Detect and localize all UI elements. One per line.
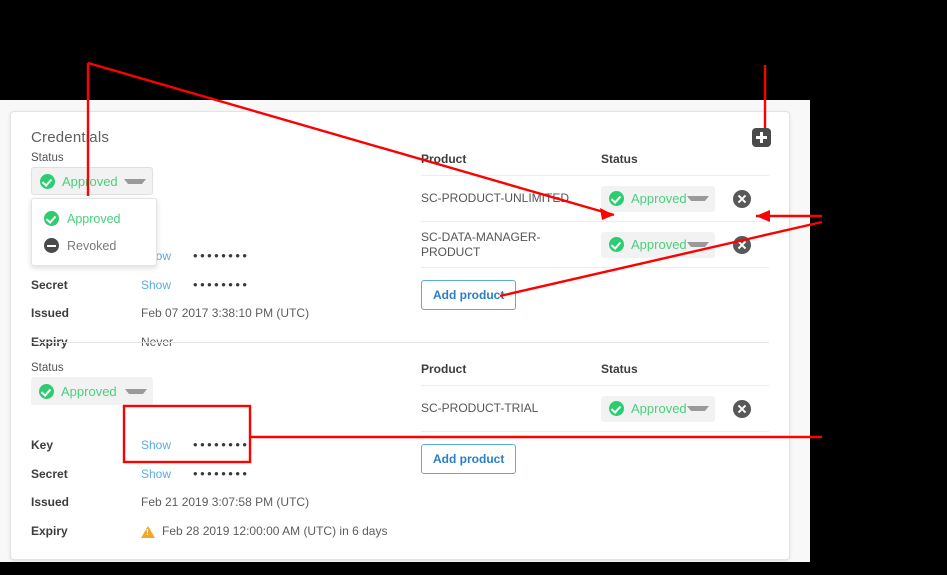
product-table: Product Status SC-PRODUCT-TRIAL Approved… [421, 362, 769, 474]
status-label: Status [31, 152, 64, 164]
credential-status-select[interactable]: Approved [31, 377, 153, 405]
issued-row: Issued Feb 21 2019 3:07:58 PM (UTC) [31, 495, 421, 509]
show-secret-link[interactable]: Show [141, 467, 171, 481]
add-product-button[interactable]: Add product [421, 444, 517, 474]
remove-product-button[interactable] [732, 399, 751, 418]
issued-value: Feb 21 2019 3:07:58 PM (UTC) [141, 495, 310, 509]
secret-label: Secret [31, 466, 68, 481]
chevron-down-icon [686, 196, 709, 201]
product-status-select[interactable]: Approved [601, 185, 715, 212]
key-label: Key [31, 437, 54, 452]
screenshot-stage: Credentials Status Approved Approved Rev… [0, 0, 947, 575]
product-column-header: Product [421, 362, 467, 376]
credential-details: Status Approved Approved Revoked •••••••… [31, 152, 421, 349]
show-secret-link[interactable]: Show [141, 278, 171, 292]
check-circle-icon [40, 173, 55, 189]
credential-block: Status Approved Approved Revoked •••••••… [11, 152, 789, 349]
expiry-value: Feb 28 2019 12:00:00 AM (UTC) in 6 days [162, 524, 388, 538]
product-table-header: Product Status [421, 362, 769, 386]
status-column-header: Status [601, 152, 638, 166]
product-status-select[interactable]: Approved [601, 231, 715, 258]
block-divider [31, 342, 769, 343]
warning-triangle-icon [141, 526, 155, 538]
expiry-row: Expiry Feb 28 2019 12:00:00 AM (UTC) in … [31, 524, 421, 538]
add-product-button[interactable]: Add product [421, 280, 517, 310]
table-row: SC-PRODUCT-UNLIMITED Approved [421, 176, 769, 222]
issued-value: Feb 07 2017 3:38:10 PM (UTC) [141, 306, 310, 320]
expiry-value-wrap: Feb 28 2019 12:00:00 AM (UTC) in 6 days [141, 524, 387, 538]
product-status-value: Approved [631, 191, 687, 206]
product-table: Product Status SC-PRODUCT-UNLIMITED Appr… [421, 152, 769, 310]
remove-product-button[interactable] [732, 235, 751, 254]
credential-status-value: Approved [61, 383, 117, 399]
status-dropdown-menu[interactable]: Approved Revoked [31, 198, 157, 266]
secret-value: Show •••••••• [141, 277, 249, 292]
check-circle-icon [44, 211, 59, 226]
remove-product-button[interactable] [732, 189, 751, 208]
secret-row: Secret Show •••••••• [31, 466, 421, 481]
issued-label: Issued [31, 306, 70, 320]
status-option-label: Approved [67, 211, 121, 226]
check-circle-icon [609, 191, 624, 206]
show-key-link[interactable]: Show [141, 438, 171, 452]
check-circle-icon [609, 401, 624, 416]
chevron-down-icon [124, 178, 146, 184]
status-option-revoked[interactable]: Revoked [32, 232, 156, 259]
product-status-value: Approved [631, 401, 687, 416]
key-masked-value: •••••••• [193, 437, 250, 452]
credential-details: Status Approved Key Show •••••••• Secret [31, 362, 421, 538]
product-column-header: Product [421, 152, 467, 166]
product-status-select[interactable]: Approved [601, 395, 715, 422]
page-title: Credentials [31, 129, 110, 146]
credential-status-select[interactable]: Approved [31, 167, 153, 195]
secret-label: Secret [31, 277, 68, 292]
check-circle-icon [39, 383, 54, 399]
minus-circle-icon [44, 238, 59, 253]
key-value: Show •••••••• [141, 248, 249, 263]
product-name: SC-PRODUCT-TRIAL [421, 401, 539, 415]
product-status-value: Approved [631, 237, 687, 252]
status-option-approved[interactable]: Approved [32, 205, 156, 232]
expiry-label: Expiry [31, 524, 68, 538]
add-credential-button[interactable] [752, 128, 771, 147]
product-table-header: Product Status [421, 152, 769, 176]
plus-icon-vertical [760, 132, 763, 143]
chevron-down-icon [125, 388, 147, 394]
key-masked-value: •••••••• [193, 248, 250, 263]
key-row: Key Show •••••••• [31, 437, 421, 452]
status-label: Status [31, 362, 64, 374]
secret-masked-value: •••••••• [193, 277, 250, 292]
issued-row: Issued Feb 07 2017 3:38:10 PM (UTC) [31, 306, 421, 320]
product-name: SC-PRODUCT-UNLIMITED [421, 191, 570, 205]
chevron-down-icon [686, 406, 709, 411]
product-name: SC-DATA-MANAGER-PRODUCT [421, 229, 541, 259]
status-option-label: Revoked [67, 238, 117, 253]
secret-value: Show •••••••• [141, 466, 249, 481]
secret-row: Secret Show •••••••• [31, 277, 421, 292]
issued-label: Issued [31, 495, 70, 509]
status-column-header: Status [601, 362, 638, 376]
key-value: Show •••••••• [141, 437, 249, 452]
table-row: SC-DATA-MANAGER-PRODUCT Approved [421, 222, 769, 268]
credential-block: Status Approved Key Show •••••••• Secret [11, 342, 789, 554]
credentials-card: Credentials Status Approved Approved Rev… [10, 111, 790, 560]
check-circle-icon [609, 237, 624, 252]
secret-masked-value: •••••••• [193, 466, 250, 481]
chevron-down-icon [686, 242, 709, 247]
credential-status-value: Approved [62, 173, 118, 189]
table-row: SC-PRODUCT-TRIAL Approved [421, 386, 769, 432]
